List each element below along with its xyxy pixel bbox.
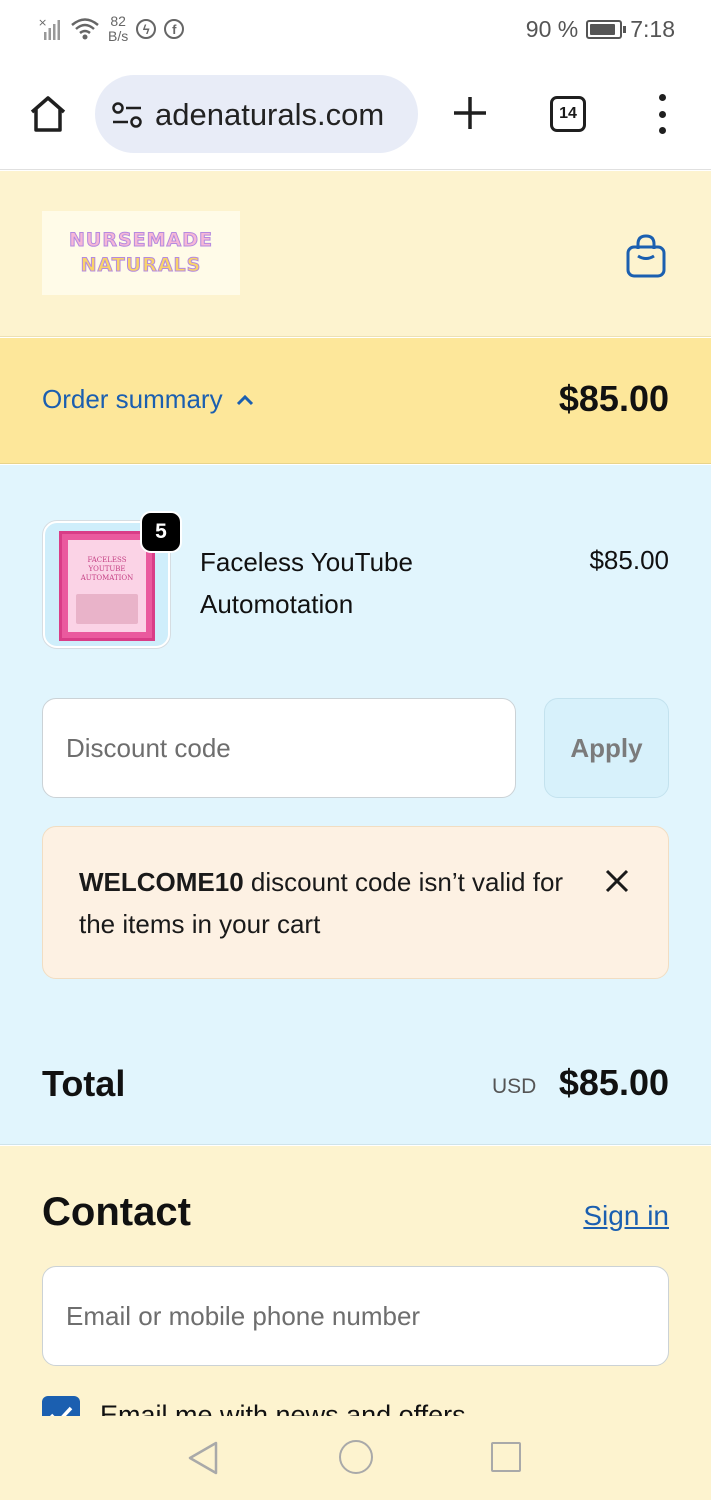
system-navigation-bar <box>0 1416 711 1500</box>
cart-section: FACELESS YOUTUBE AUTOMATION 5 Faceless Y… <box>0 465 711 1145</box>
address-bar[interactable]: adenaturals.com <box>95 75 418 153</box>
shopping-bag-icon[interactable] <box>624 233 668 279</box>
site-settings-icon[interactable] <box>111 101 143 129</box>
more-options-icon[interactable] <box>650 94 674 134</box>
total-currency: USD <box>492 1075 537 1098</box>
order-summary-toggle[interactable]: Order summary <box>42 384 255 415</box>
chevron-up-icon <box>236 394 253 405</box>
email-or-phone-input[interactable]: Email or mobile phone number <box>42 1266 669 1366</box>
shop-logo[interactable]: NURSEMADE NATURALS <box>42 211 240 295</box>
total-label: Total <box>42 1063 126 1104</box>
product-cover-title: FACELESS YOUTUBE AUTOMATION <box>80 556 134 582</box>
close-icon[interactable] <box>603 867 631 895</box>
sign-in-link[interactable]: Sign in <box>583 1200 669 1232</box>
checkmark-icon <box>50 1406 73 1416</box>
logo-text-line1: NURSEMADE <box>69 229 213 252</box>
battery-icon <box>586 20 627 39</box>
product-price: $85.00 <box>589 545 669 575</box>
product-cover-image <box>76 594 138 624</box>
recent-apps-icon[interactable] <box>491 1442 521 1472</box>
wifi-icon <box>71 18 99 40</box>
clock: 7:18 <box>630 16 675 42</box>
order-summary-total: $85.00 <box>558 378 669 419</box>
alert-message: WELCOME10 discount code isn’t valid for … <box>79 861 569 945</box>
quantity-badge: 5 <box>140 511 182 553</box>
svg-text:×: × <box>38 16 47 29</box>
newsletter-checkbox[interactable] <box>42 1396 80 1416</box>
logo-text-line2: NATURALS <box>80 254 202 277</box>
newsletter-label: Email me with news and offers <box>100 1399 466 1417</box>
battery-percent: 90 % <box>525 16 579 42</box>
status-left: × 82 B/s ϟ f <box>38 13 185 44</box>
apply-discount-button[interactable]: Apply <box>544 698 669 798</box>
tab-switcher-button[interactable]: 14 <box>550 96 586 132</box>
browser-toolbar: adenaturals.com 14 <box>0 62 711 170</box>
alert-code: WELCOME10 <box>79 867 244 897</box>
status-right: 90 % 7:18 <box>526 16 675 43</box>
new-tab-icon[interactable] <box>451 94 489 132</box>
home-circle-icon[interactable] <box>339 1440 373 1474</box>
back-icon[interactable] <box>186 1440 220 1476</box>
order-summary-bar[interactable]: Order summary $85.00 <box>0 338 711 464</box>
shop-header: NURSEMADE NATURALS <box>0 171 711 337</box>
facebook-icon: f <box>164 19 185 39</box>
network-speed: 82 B/s <box>108 13 129 44</box>
total-amount: $85.00 <box>558 1062 669 1103</box>
contact-heading: Contact <box>42 1190 191 1234</box>
home-icon[interactable] <box>26 92 70 136</box>
url-text[interactable]: adenaturals.com <box>155 97 410 133</box>
messenger-icon: ϟ <box>136 19 157 39</box>
product-name: Faceless YouTube Automotation <box>200 547 413 619</box>
order-summary-label: Order summary <box>42 384 223 414</box>
contact-section: Contact Sign in Email or mobile phone nu… <box>0 1146 711 1416</box>
newsletter-option[interactable]: Email me with news and offers <box>42 1396 466 1416</box>
battery-fill <box>590 24 616 35</box>
discount-code-input[interactable]: Discount code <box>42 698 516 798</box>
status-bar: × 82 B/s ϟ f 90 % 7:18 <box>0 0 711 62</box>
signal-icon: × <box>38 16 60 40</box>
discount-error-alert: WELCOME10 discount code isn’t valid for … <box>42 826 669 979</box>
